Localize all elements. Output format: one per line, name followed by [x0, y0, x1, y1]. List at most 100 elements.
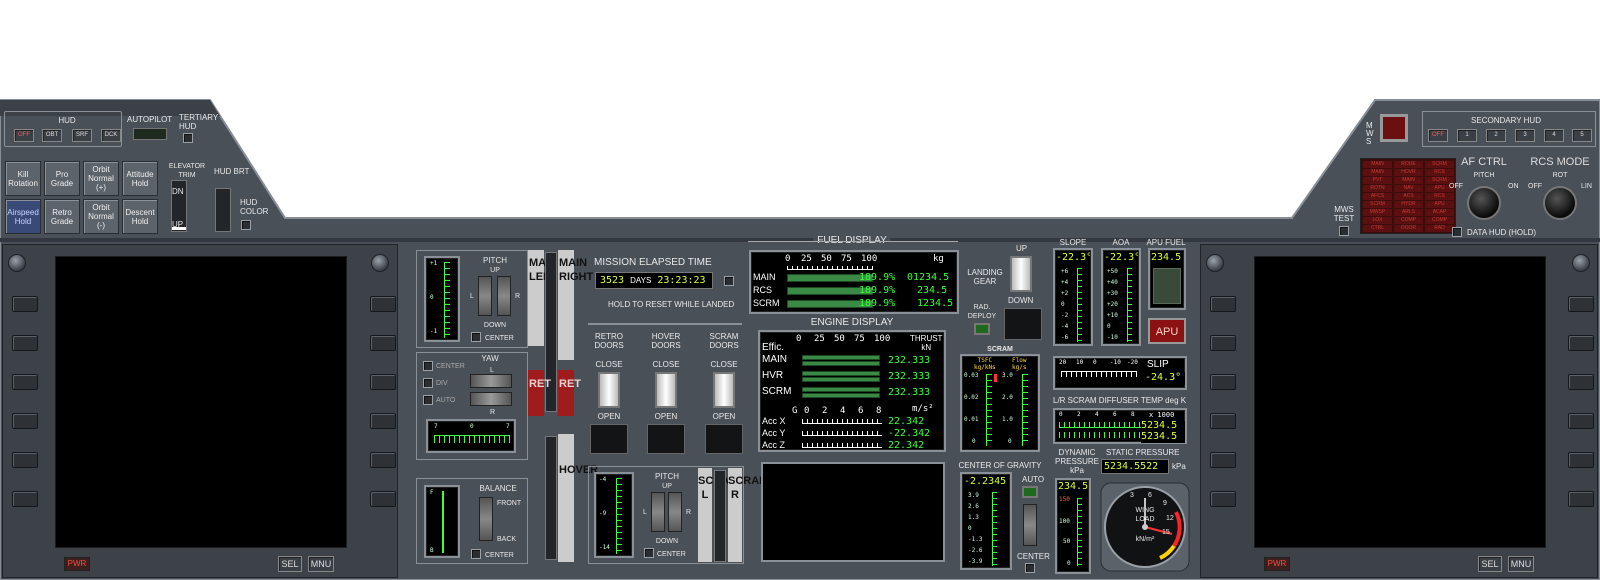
scram-pitch-title: PITCH — [655, 472, 679, 481]
airspeed-hold-button[interactable]: Airspeed Hold — [5, 199, 41, 234]
scram-close-label: CLOSE — [710, 360, 738, 369]
rad-deploy-button[interactable] — [974, 323, 990, 335]
wing-load-tick: 6 — [1148, 492, 1152, 499]
acc-row-label: Acc Y — [762, 428, 786, 438]
left-mfd-left-key-1[interactable] — [12, 296, 38, 312]
secondary-hud-5-button[interactable]: 5 — [1572, 129, 1592, 142]
met-reset-button[interactable] — [724, 276, 734, 286]
cog-title: CENTER OF GRAVITY — [958, 461, 1042, 470]
right-mfd-right-key-6[interactable] — [1568, 491, 1594, 507]
left-mfd-right-key-6[interactable] — [370, 491, 396, 507]
right-mfd-left-key-4[interactable] — [1210, 413, 1236, 429]
left-mfd-right-key-1[interactable] — [370, 296, 396, 312]
landing-gear-switch[interactable] — [1010, 256, 1032, 292]
left-mfd-sel-button[interactable]: SEL — [278, 556, 302, 572]
hud-obt-button[interactable]: OBT — [42, 129, 62, 142]
secondary-hud-2-button[interactable]: 2 — [1486, 129, 1506, 142]
retro-doors-switch[interactable] — [598, 372, 620, 408]
yaw-trim-top-lever[interactable] — [470, 374, 512, 388]
apu-button[interactable]: APU — [1148, 318, 1186, 344]
right-mfd-right-key-5[interactable] — [1568, 452, 1594, 468]
yaw-auto-button[interactable] — [423, 395, 433, 405]
hud-brightness-wheel[interactable] — [215, 188, 231, 232]
right-mfd-right-key-2[interactable] — [1568, 335, 1594, 351]
screw — [1206, 254, 1224, 272]
slip-value: -24.3° — [1145, 372, 1185, 385]
pitch-title: PITCH — [483, 256, 507, 265]
hud-dck-button[interactable]: DCK — [101, 129, 121, 142]
balance-center-button[interactable] — [471, 549, 481, 559]
orbit-normal-minus-button[interactable]: Orbit Normal (-) — [83, 199, 119, 234]
hover-throttle[interactable] — [545, 436, 557, 560]
retrograde-button[interactable]: Retro Grade — [44, 199, 80, 234]
right-mfd-screen[interactable] — [1254, 256, 1546, 548]
secondary-hud-3-button[interactable]: 3 — [1515, 129, 1535, 142]
right-mfd-right-key-4[interactable] — [1568, 413, 1594, 429]
cog-center-button[interactable] — [1025, 563, 1035, 573]
landing-gear-label: LANDING GEAR — [967, 268, 1003, 286]
cog-lever[interactable] — [1023, 504, 1037, 546]
diff-scale-tick: 0 — [1059, 411, 1063, 418]
tertiary-hud-button[interactable] — [183, 133, 193, 143]
hud-srf-button[interactable]: SRF — [72, 129, 92, 142]
secondary-hud-4-button[interactable]: 4 — [1544, 129, 1564, 142]
yaw-auto-label: AUTO — [436, 397, 456, 404]
left-mfd-mnu-button[interactable]: MNU — [308, 556, 334, 572]
left-mfd-left-key-5[interactable] — [12, 452, 38, 468]
right-mfd-left-key-2[interactable] — [1210, 335, 1236, 351]
left-mfd-left-key-2[interactable] — [12, 335, 38, 351]
scram-pitch-left-lever[interactable] — [651, 492, 665, 532]
right-mfd-left-key-6[interactable] — [1210, 491, 1236, 507]
attitude-hold-button[interactable]: Attitude Hold — [122, 161, 158, 196]
left-mfd-right-key-2[interactable] — [370, 335, 396, 351]
right-mfd-pwr-button[interactable]: PWR — [1264, 557, 1290, 571]
secondary-hud-off-button[interactable]: OFF — [1428, 129, 1448, 142]
prograde-button[interactable]: Pro Grade — [44, 161, 80, 196]
left-mfd-left-key-3[interactable] — [12, 374, 38, 390]
fuel-row-label: MAIN — [753, 272, 776, 282]
yaw-trim-bottom-lever[interactable] — [470, 392, 512, 406]
pitch-trim-left-lever[interactable] — [478, 276, 492, 316]
right-mfd-left-key-3[interactable] — [1210, 374, 1236, 390]
hud-off-button[interactable]: OFF — [14, 129, 34, 142]
hover-doors-switch[interactable] — [655, 372, 677, 408]
left-mfd-screen[interactable] — [55, 256, 347, 548]
cog-gauge: -2.2345 3.9 2.6 1.3 0 -1.3 -2.6 -3.9 — [960, 472, 1012, 570]
left-mfd-right-key-4[interactable] — [370, 413, 396, 429]
yaw-center-button[interactable] — [423, 361, 433, 371]
hud-color-button[interactable] — [241, 220, 251, 230]
pitch-trim-right-lever[interactable] — [497, 276, 511, 316]
warning-light: CTRL — [1363, 225, 1392, 232]
left-mfd-pwr-button[interactable]: PWR — [64, 557, 90, 571]
left-mfd-left-key-4[interactable] — [12, 413, 38, 429]
balance-lever[interactable] — [479, 497, 493, 541]
kill-rotation-button[interactable]: Kill Rotation — [5, 161, 41, 196]
scram-pitch-center-button[interactable] — [644, 548, 654, 558]
scram-doors-switch[interactable] — [713, 372, 735, 408]
secondary-hud-1-button[interactable]: 1 — [1457, 129, 1477, 142]
right-mfd-left-key-1[interactable] — [1210, 296, 1236, 312]
yaw-div-button[interactable] — [423, 378, 433, 388]
left-mfd-right-key-3[interactable] — [370, 374, 396, 390]
left-mfd-right-key-5[interactable] — [370, 452, 396, 468]
warning-light: PVT — [1363, 177, 1392, 184]
descent-hold-button[interactable]: Descent Hold — [122, 199, 158, 234]
mws-test-button[interactable] — [1339, 226, 1349, 236]
right-mfd-mnu-button[interactable]: MNU — [1508, 556, 1534, 572]
rcs-mode-knob[interactable] — [1543, 186, 1577, 220]
aoa-scale-tick: +20 — [1107, 301, 1118, 308]
scram-throttle[interactable] — [714, 470, 726, 562]
left-mfd-left-key-6[interactable] — [12, 491, 38, 507]
orbit-normal-plus-button[interactable]: Orbit Normal (+) — [83, 161, 119, 196]
scram-pitch-right-lever[interactable] — [668, 492, 682, 532]
pitch-center-button[interactable] — [471, 332, 481, 342]
right-mfd-right-key-3[interactable] — [1568, 374, 1594, 390]
data-hud-button[interactable] — [1452, 227, 1462, 237]
af-ctrl-knob[interactable] — [1467, 186, 1501, 220]
mws-warning-light[interactable] — [1380, 114, 1408, 142]
right-mfd-left-key-5[interactable] — [1210, 452, 1236, 468]
right-mfd-sel-button[interactable]: SEL — [1478, 556, 1502, 572]
right-mfd-right-key-1[interactable] — [1568, 296, 1594, 312]
met-days-label: DAYS — [630, 276, 652, 285]
cog-auto-button[interactable] — [1022, 486, 1038, 498]
